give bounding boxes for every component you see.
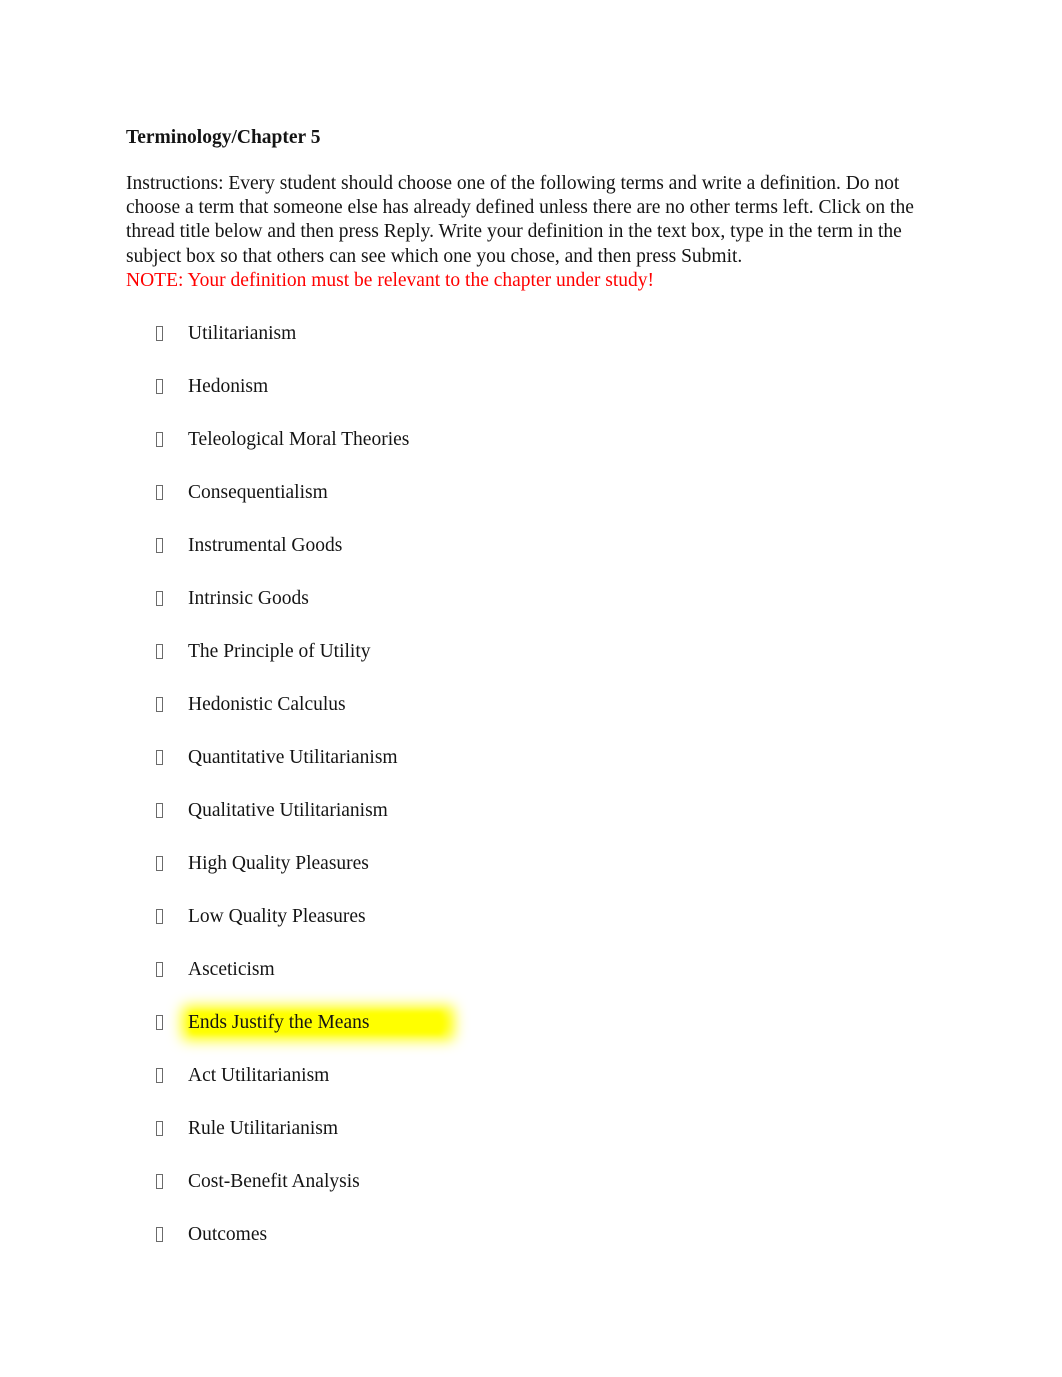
- term-label: Intrinsic Goods: [188, 588, 309, 610]
- missing-glyph-box-bullet-icon: [156, 803, 163, 819]
- term-list-item[interactable]: Quantitative Utilitarianism: [126, 745, 938, 798]
- term-label: Instrumental Goods: [188, 535, 343, 557]
- term-label: Outcomes: [188, 1224, 268, 1246]
- missing-glyph-box-bullet-icon: [156, 1174, 163, 1190]
- term-label: Rule Utilitarianism: [188, 1118, 339, 1140]
- term-list-item[interactable]: Instrumental Goods: [126, 533, 938, 586]
- term-list-item[interactable]: The Principle of Utility: [126, 639, 938, 692]
- term-list: Utilitarianism Hedonism Teleological Moral…: [126, 321, 938, 1275]
- term-list-item[interactable]: Ends Justify the Means: [126, 1006, 938, 1063]
- term-list-item[interactable]: Low Quality Pleasures: [126, 904, 938, 957]
- missing-glyph-box-bullet-icon: [156, 379, 163, 395]
- term-label: Cost-Benefit Analysis: [188, 1171, 360, 1193]
- missing-glyph-box-bullet-icon: [156, 591, 163, 607]
- missing-glyph-box-bullet-icon: [156, 485, 163, 501]
- term-list-item[interactable]: Outcomes: [126, 1222, 938, 1275]
- term-list-item[interactable]: Rule Utilitarianism: [126, 1116, 938, 1169]
- term-label: Quantitative Utilitarianism: [188, 747, 398, 769]
- document-body: Terminology/Chapter 5 Instructions: Ever…: [126, 126, 938, 1275]
- term-label: Hedonistic Calculus: [188, 694, 346, 716]
- term-label: Qualitative Utilitarianism: [188, 800, 388, 822]
- missing-glyph-box-bullet-icon: [156, 1227, 163, 1243]
- term-label: Asceticism: [188, 959, 275, 981]
- term-list-item[interactable]: Act Utilitarianism: [126, 1063, 938, 1116]
- missing-glyph-box-bullet-icon: [156, 962, 163, 978]
- term-list-item[interactable]: Teleological Moral Theories: [126, 427, 938, 480]
- term-list-item[interactable]: Cost-Benefit Analysis: [126, 1169, 938, 1222]
- term-label: Consequentialism: [188, 482, 328, 504]
- term-list-item[interactable]: Intrinsic Goods: [126, 586, 938, 639]
- term-label: Low Quality Pleasures: [188, 906, 366, 928]
- instructions-paragraph: Instructions: Every student should choos…: [126, 172, 938, 293]
- missing-glyph-box-bullet-icon: [156, 697, 163, 713]
- term-label: Utilitarianism: [188, 323, 297, 345]
- missing-glyph-box-bullet-icon: [156, 644, 163, 660]
- term-label: Teleological Moral Theories: [188, 429, 410, 451]
- term-label: Hedonism: [188, 376, 269, 398]
- missing-glyph-box-bullet-icon: [156, 909, 163, 925]
- instructions-note: NOTE: Your definition must be relevant t…: [126, 269, 655, 291]
- document-page: Terminology/Chapter 5 Instructions: Ever…: [0, 0, 1062, 1377]
- instructions-text: Instructions: Every student should choos…: [126, 173, 914, 267]
- missing-glyph-box-bullet-icon: [156, 1121, 163, 1137]
- term-list-item[interactable]: Hedonistic Calculus: [126, 692, 938, 745]
- term-list-item[interactable]: Consequentialism: [126, 480, 938, 533]
- missing-glyph-box-bullet-icon: [156, 432, 163, 448]
- term-label: The Principle of Utility: [188, 641, 371, 663]
- term-label: Act Utilitarianism: [188, 1065, 330, 1087]
- missing-glyph-box-bullet-icon: [156, 856, 163, 872]
- page-title: Terminology/Chapter 5: [126, 127, 321, 148]
- missing-glyph-box-bullet-icon: [156, 538, 163, 554]
- term-list-item[interactable]: High Quality Pleasures: [126, 851, 938, 904]
- term-list-item[interactable]: Hedonism: [126, 374, 938, 427]
- term-list-item[interactable]: Qualitative Utilitarianism: [126, 798, 938, 851]
- missing-glyph-box-bullet-icon: [156, 326, 163, 342]
- term-list-item[interactable]: Asceticism: [126, 957, 938, 1010]
- term-list-item[interactable]: Utilitarianism: [126, 321, 938, 374]
- missing-glyph-box-bullet-icon: [156, 750, 163, 766]
- missing-glyph-box-bullet-icon: [156, 1015, 163, 1031]
- term-label: Ends Justify the Means: [188, 1012, 370, 1034]
- missing-glyph-box-bullet-icon: [156, 1068, 163, 1084]
- term-label: High Quality Pleasures: [188, 853, 369, 875]
